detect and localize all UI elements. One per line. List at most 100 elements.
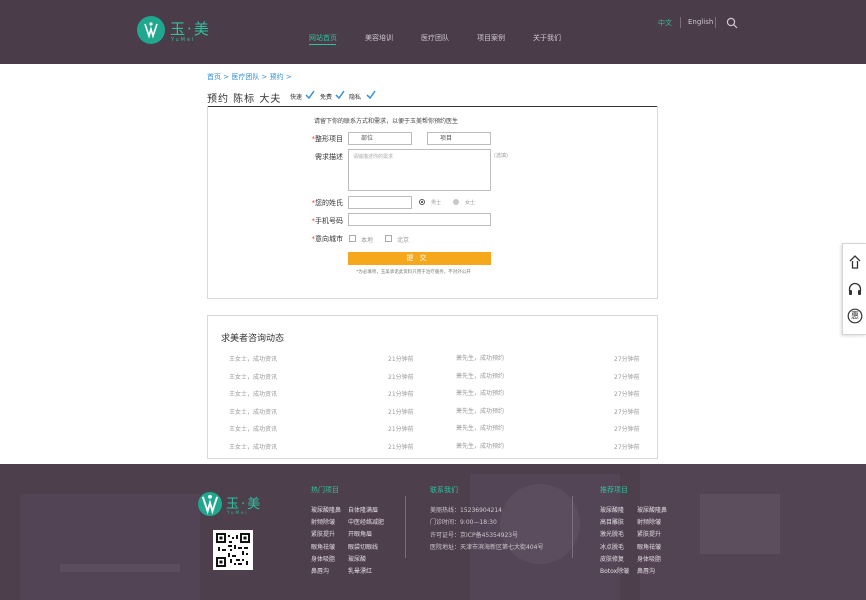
- discount-char: 惠: [851, 311, 859, 320]
- logo-mark-icon: [137, 16, 165, 44]
- project-label: *整形项目: [311, 135, 344, 143]
- footer-hot-link[interactable]: 射频除皱: [311, 517, 335, 526]
- feed-time: 27分钟前: [614, 356, 640, 363]
- brand-name: 玉·美: [170, 20, 211, 38]
- site-header: [0, 0, 866, 64]
- qr-code-icon: [216, 533, 250, 567]
- feed-time: 21分钟前: [388, 373, 414, 381]
- city-local-label: 本地: [361, 237, 374, 244]
- footer-recommend-link[interactable]: 冰点脱毛: [600, 542, 624, 551]
- body-part-select[interactable]: 部位: [348, 132, 412, 145]
- optional-hint: (选填): [494, 153, 508, 159]
- perk-label: 隐私: [349, 94, 362, 101]
- search-icon[interactable]: [726, 17, 738, 29]
- feed-entry: 萧先生，成功预约: [456, 372, 505, 380]
- footer-contact-line: 许可证号：京ICP备45354923号: [430, 531, 519, 539]
- check-icon: [335, 90, 345, 100]
- feed-entry: 王女士，成功资讯: [229, 426, 278, 434]
- feed-entry: 萧先生，成功预约: [456, 407, 505, 415]
- city-label: *意向城市: [311, 235, 344, 243]
- footer-hot-link[interactable]: 开眼角眉: [348, 529, 372, 538]
- footer-hot-title: 热门项目: [311, 486, 339, 494]
- need-label: 需求描述: [315, 153, 343, 161]
- lang-divider: [715, 17, 716, 28]
- lang-chinese[interactable]: 中文: [658, 18, 672, 28]
- gender-male-label: 男士: [431, 200, 442, 206]
- footer-hot-link[interactable]: 身体吸脂: [311, 554, 335, 563]
- qr-code: [213, 530, 253, 570]
- feed-entry: 萧先生，成功预约: [456, 390, 505, 398]
- brand-logo[interactable]: 玉·美 YuMei: [137, 16, 217, 48]
- nav-training[interactable]: 美容培训: [365, 33, 393, 43]
- footer-hot-link[interactable]: 眼袋切眼线: [348, 542, 378, 551]
- footer-hot-link[interactable]: 玻尿酸: [348, 554, 366, 563]
- gender-female-label: 女士: [465, 200, 476, 206]
- feed-entry: 萧先生，成功预约: [456, 355, 505, 362]
- footer-contact-line: 美丽热线：15236904214: [430, 507, 502, 514]
- footer-recommend-link[interactable]: 玻尿酸隆鼻: [637, 505, 667, 514]
- footer-recommend-link[interactable]: 眼角祛皱: [637, 542, 661, 551]
- feed-time: 21分钟前: [388, 444, 414, 451]
- feed-time: 27分钟前: [614, 391, 640, 399]
- footer-recommend-link[interactable]: Botox除皱: [600, 566, 629, 575]
- phone-label: *手机号码: [311, 217, 344, 225]
- footer-contact-line: 门诊时间：9:00—18:30: [430, 519, 497, 527]
- back-to-top-icon[interactable]: [847, 254, 863, 270]
- footer-recommend-link[interactable]: 紧肤提升: [637, 529, 661, 538]
- footer-hot-link[interactable]: 紧肤提升: [311, 529, 335, 538]
- footer-recommend-link[interactable]: 皮肤修复: [600, 554, 624, 563]
- city-beijing-label: 北京: [397, 237, 410, 244]
- privacy-note: *为必填项，玉美承诺此资料只用于治疗服务，不对外公开: [356, 270, 471, 275]
- feed-time: 27分钟前: [614, 373, 640, 381]
- footer-recommend-link[interactable]: 玻尿酸隆: [600, 505, 624, 514]
- nav-about[interactable]: 关于我们: [533, 33, 561, 43]
- footer-hot-link[interactable]: 眼角祛皱: [311, 542, 335, 551]
- footer-brand-subname: YuMei: [227, 510, 249, 515]
- feed-entry: 萧先生，成功预约: [456, 425, 505, 433]
- name-label: *您的姓氏: [311, 199, 344, 207]
- footer-hot-link[interactable]: 玻尿酸隆鼻: [311, 505, 341, 514]
- phone-input[interactable]: [348, 213, 491, 226]
- footer-divider: [405, 496, 406, 558]
- footer-hot-link[interactable]: 鼻唇沟: [311, 566, 329, 575]
- feed-entry: 王女士，成功资讯: [229, 444, 278, 451]
- need-textarea[interactable]: 请输描述你的需求: [348, 149, 491, 191]
- nav-medical-team[interactable]: 医疗团队: [421, 33, 449, 43]
- submit-button[interactable]: 提交: [348, 252, 491, 265]
- headset-icon[interactable]: [847, 281, 863, 297]
- gender-male-radio[interactable]: [419, 199, 425, 205]
- footer-recommend-link[interactable]: 鼻唇沟: [637, 566, 655, 575]
- nav-home[interactable]: 网站首页: [309, 33, 337, 43]
- feed-time: 21分钟前: [388, 426, 414, 434]
- footer-contact-title: 联系我们: [430, 486, 458, 494]
- lang-divider: [680, 17, 681, 28]
- footer-hot-link[interactable]: 乳晕漂红: [348, 566, 372, 575]
- city-local-checkbox[interactable]: [349, 235, 356, 242]
- form-intro: 请留下你的联系方式和需求，以便于玉美帮你预约医生: [314, 118, 459, 125]
- city-beijing-checkbox[interactable]: [385, 235, 392, 242]
- footer-hot-link[interactable]: 自体隆满眉: [348, 505, 378, 514]
- nav-active-underline: [309, 44, 336, 45]
- breadcrumb[interactable]: 首页 > 医疗团队 > 预约 >: [207, 72, 292, 82]
- footer-recommend-link[interactable]: 高目雕肤: [600, 517, 624, 526]
- perk-label: 免费: [320, 94, 333, 101]
- feed-time: 21分钟前: [388, 356, 414, 363]
- gender-female-radio[interactable]: [453, 199, 459, 205]
- perk-label: 快速: [290, 94, 303, 101]
- lang-english[interactable]: English: [688, 18, 713, 26]
- check-icon: [366, 90, 376, 100]
- footer-hot-link[interactable]: 中医经络减肥: [348, 517, 384, 526]
- footer-recommend-link[interactable]: 身体吸脂: [637, 554, 661, 563]
- footer-recommend-link[interactable]: 激光脱毛: [600, 529, 624, 538]
- feed-time: 21分钟前: [388, 408, 414, 416]
- surname-input[interactable]: [348, 196, 412, 209]
- nav-cases[interactable]: 项目案例: [477, 33, 505, 43]
- footer-logo-mark-icon: [198, 492, 222, 516]
- feed-time: 27分钟前: [614, 444, 640, 451]
- footer-divider: [572, 496, 573, 558]
- feed-entry: 王女士，成功资讯: [229, 356, 278, 363]
- side-toolbar: 惠: [842, 243, 866, 335]
- footer-recommend-link[interactable]: 射频除皱: [637, 517, 661, 526]
- project-select[interactable]: 项目: [427, 132, 491, 145]
- brand-subname: YuMei: [171, 37, 196, 43]
